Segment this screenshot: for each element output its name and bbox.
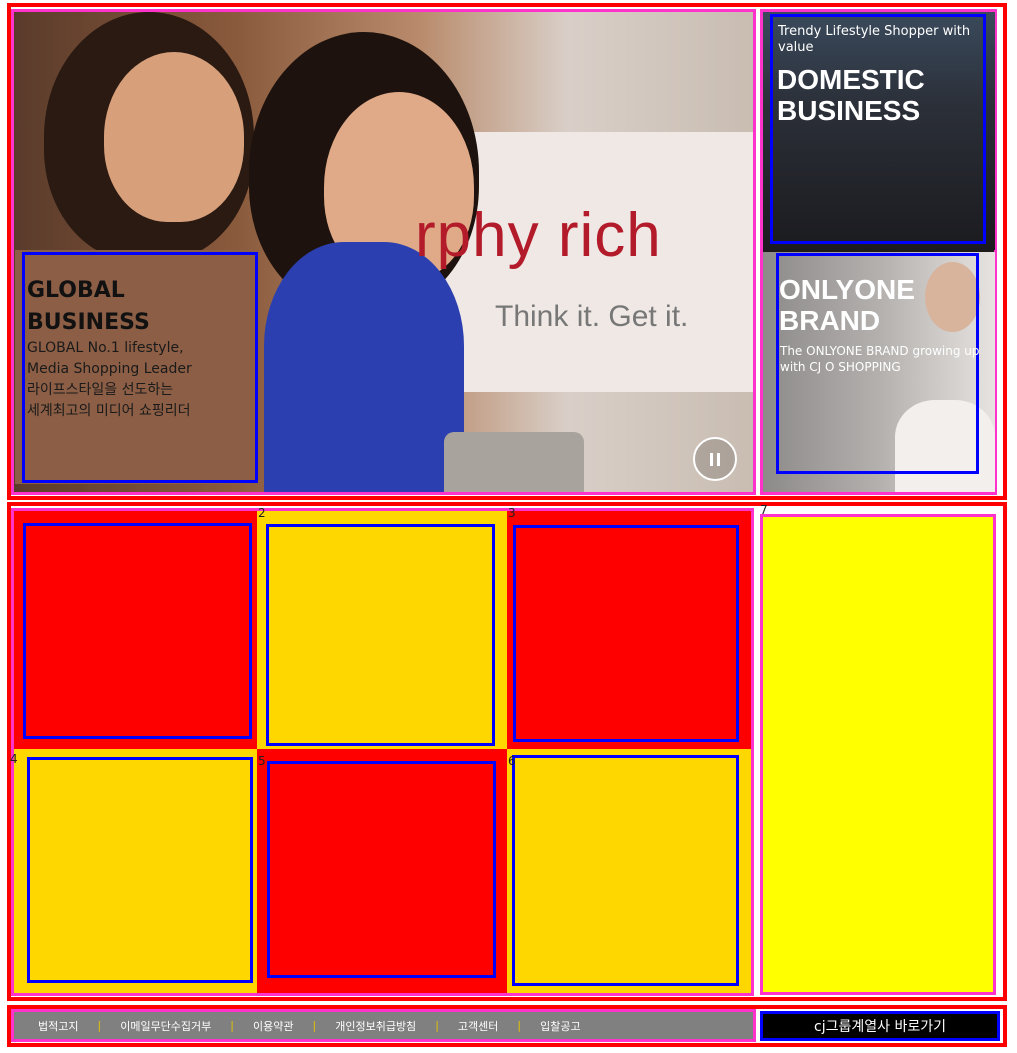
hero-backdrop-brand-text: rphy rich [415,201,662,270]
grid-tile[interactable] [512,755,739,986]
footer-separator: | [312,1019,317,1032]
hero-backdrop-tagline: Think it. Get it. [495,300,689,333]
footer-link-legal[interactable]: 법적고지 [38,1018,78,1034]
grid-tile[interactable] [267,761,496,978]
footer-links: 법적고지 | 이메일무단수집거부 | 이용약관 | 개인정보취급방침 | 고객센… [11,1009,756,1042]
onlyone-brand-title: ONLYONE BRAND [779,274,915,336]
footer-separator: | [435,1019,439,1032]
cj-affiliates-link[interactable]: cj그룹계열사 바로가기 [760,1011,1000,1041]
hero-title: GLOBAL BUSINESS [27,278,150,335]
footer-link-email-refusal[interactable]: 이메일무단수집거부 [120,1018,211,1034]
hero-desc-line: 라이프스타일을 선도하는 [27,382,174,398]
hero-photo-product [444,432,584,492]
footer-link-privacy[interactable]: 개인정보취급방침 [335,1018,416,1034]
hero-desc-line: 세계최고의 미디어 쇼핑리더 [27,403,191,419]
hero-photo-person [104,52,244,222]
pause-icon [710,452,713,466]
grid-tile[interactable] [23,523,252,739]
footer-separator: | [517,1019,522,1032]
hero-description: GLOBAL No.1 lifestyle, Media Shopping Le… [27,338,247,422]
tile-number: 5 [258,754,266,768]
footer-separator: | [97,1019,102,1032]
tile-number: 3 [508,506,516,520]
onlyone-brand-subtitle: The ONLYONE BRAND growing up with CJ O S… [780,344,980,374]
domestic-business-title: DOMESTIC BUSINESS [777,64,925,126]
footer-link-customer-center[interactable]: 고객센터 [458,1018,498,1034]
grid-tile[interactable] [266,524,495,746]
hero-desc-line: GLOBAL No.1 lifestyle, [27,340,184,356]
domestic-business-subtitle: Trendy Lifestyle Shopper with value [778,24,971,55]
pause-button[interactable] [693,437,737,481]
tile-number: 6 [508,754,516,768]
grid-tile[interactable] [513,525,739,742]
grid-tile[interactable] [27,757,253,983]
tile-number: 2 [258,506,266,520]
hero-desc-line: Media Shopping Leader [27,361,192,377]
footer-link-bidding[interactable]: 입찰공고 [540,1018,580,1034]
grid-tile-large[interactable] [760,514,996,995]
footer-link-terms[interactable]: 이용약관 [253,1018,293,1034]
footer-separator: | [230,1019,235,1032]
tile-number: 4 [10,752,18,766]
tile-number: 7 [760,503,768,517]
hero-photo-person [264,242,464,492]
pause-icon [717,452,720,466]
